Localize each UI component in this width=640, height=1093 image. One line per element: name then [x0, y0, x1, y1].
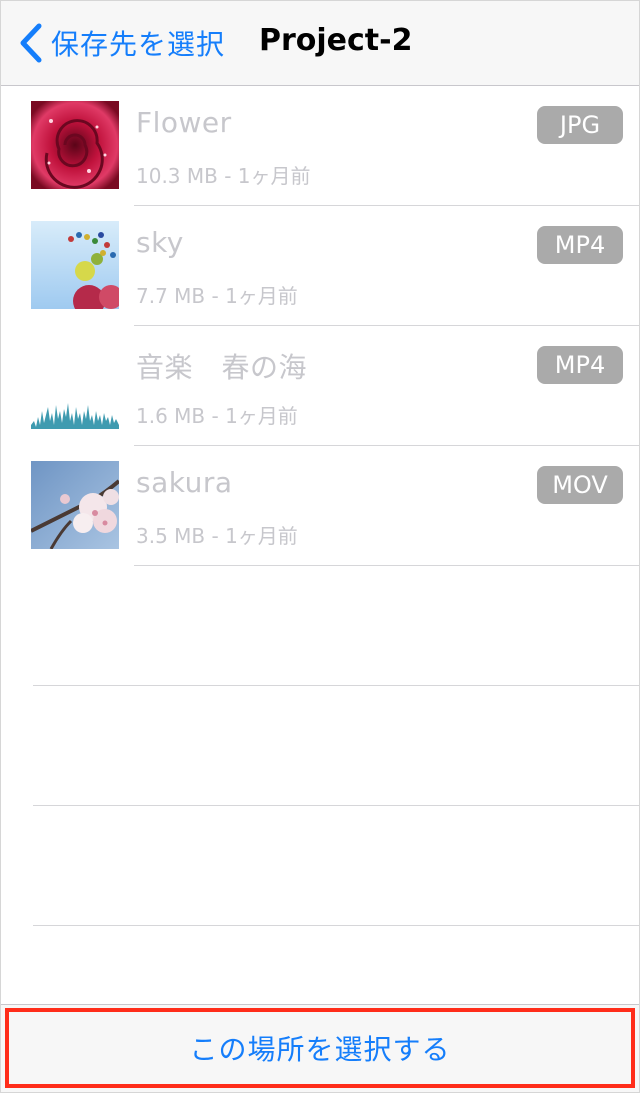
file-meta: 1.6 MB - 1ヶ月前 [136, 404, 298, 428]
file-type-badge: JPG [537, 106, 623, 144]
file-name: Flower [136, 106, 232, 139]
page-title: Project-2 [259, 23, 413, 58]
empty-list-row [1, 806, 639, 926]
file-type-badge: MP4 [537, 346, 623, 384]
file-type-badge: MOV [537, 466, 623, 504]
list-item-music: 音楽 春の海 1.6 MB - 1ヶ月前 MP4 [1, 326, 639, 446]
row-divider [33, 925, 639, 926]
file-meta: 3.5 MB - 1ヶ月前 [136, 524, 298, 548]
list-item-flower: Flower 10.3 MB - 1ヶ月前 JPG [1, 86, 639, 206]
file-meta: 7.7 MB - 1ヶ月前 [136, 284, 298, 308]
select-this-location-button[interactable]: この場所を選択する [5, 1008, 635, 1088]
file-name: sky [136, 226, 184, 259]
file-type-badge: MP4 [537, 226, 623, 264]
audio-waveform-icon [31, 341, 119, 429]
file-meta: 10.3 MB - 1ヶ月前 [136, 164, 311, 188]
list-item-sky: sky 7.7 MB - 1ヶ月前 MP4 [1, 206, 639, 326]
file-name: 音楽 春の海 [136, 351, 308, 384]
empty-list-row [1, 686, 639, 806]
file-name: sakura [136, 466, 233, 499]
app-window: 保存先を選択 Project-2 Flower 10.3 MB - 1ヶ月前 J… [0, 0, 640, 1093]
navigation-bar: 保存先を選択 Project-2 [1, 1, 639, 86]
balloons-sky-photo-thumbnail [31, 221, 119, 309]
list-item-sakura: sakura 3.5 MB - 1ヶ月前 MOV [1, 446, 639, 566]
rose-photo-thumbnail [31, 101, 119, 189]
file-list: Flower 10.3 MB - 1ヶ月前 JPG sky 7.7 MB - 1… [1, 86, 639, 926]
empty-list-row [1, 566, 639, 686]
cherry-blossom-photo-thumbnail [31, 461, 119, 549]
back-button[interactable]: 保存先を選択 [15, 19, 225, 67]
select-this-location-label: この場所を選択する [189, 1033, 451, 1066]
back-button-label: 保存先を選択 [51, 28, 226, 61]
bottom-toolbar: この場所を選択する [1, 1004, 639, 1092]
chevron-left-icon [20, 23, 42, 63]
